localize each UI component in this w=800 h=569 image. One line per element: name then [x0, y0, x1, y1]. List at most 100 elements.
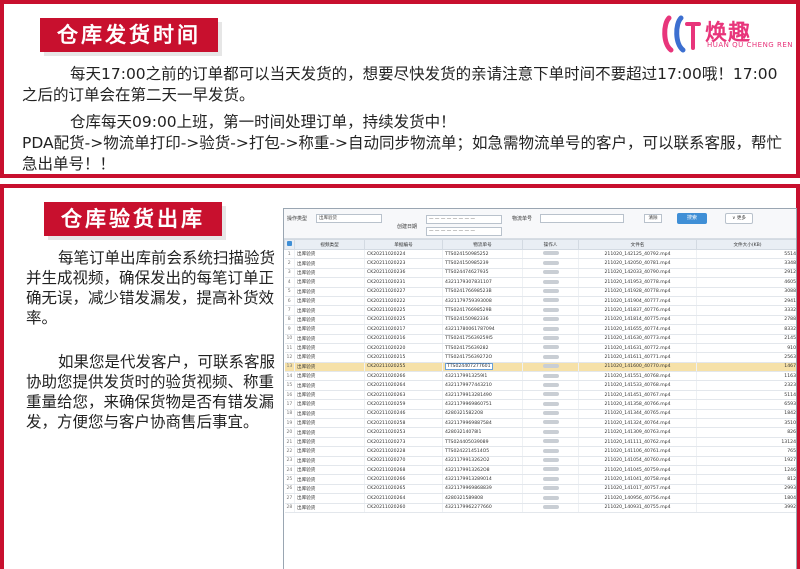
- checkbox-icon[interactable]: [287, 241, 292, 246]
- table-row[interactable]: 25 出库验货 CK20211020266 4321179913289014 21102…: [284, 474, 796, 485]
- table-row[interactable]: 2 出库验货 CK20211020223 TTS024150985239 211020_…: [284, 258, 796, 269]
- select-all-checkbox[interactable]: [284, 239, 295, 250]
- op-type-label: 操作类型: [287, 216, 308, 222]
- operator-redacted: [542, 401, 559, 406]
- cell-doc-no: CK20211020225: [364, 315, 443, 326]
- column-header[interactable]: 文件大小(KB): [696, 239, 796, 250]
- cell-file-name: 211020_141928_40778.mp4: [578, 287, 697, 297]
- row-index: 12: [284, 352, 295, 363]
- table-row[interactable]: 22 出库验货 CK20211020228 TTS0242214514O5 211020…: [284, 446, 796, 457]
- cell-doc-no: CK20211020246: [364, 409, 443, 420]
- table-row[interactable]: 15 出库验货 CK20211020264 4321179977443210 21102…: [284, 380, 796, 391]
- cell-file-size: 8332: [696, 324, 796, 335]
- table-row[interactable]: 11 出库验货 CK20211020220 TTS024175639282 211020…: [284, 343, 796, 354]
- cell-video-type: 出库验货: [294, 324, 365, 335]
- more-button[interactable]: ∨ 更多: [725, 213, 753, 224]
- op-type-select[interactable]: 出库验货: [316, 214, 382, 223]
- row-index: 9: [284, 324, 295, 335]
- cell-operator: [522, 287, 579, 297]
- table-row[interactable]: 10 出库验货 CK20211020216 TTS024175639259I5 2110…: [284, 334, 796, 344]
- cell-operator: [522, 334, 579, 344]
- cell-file-name: 211020_141045_40759.mp4: [578, 465, 697, 476]
- cell-operator: [522, 446, 579, 457]
- table-row[interactable]: 24 出库验货 CK20211020268 4321179913262O8 211020…: [284, 465, 796, 476]
- table-row[interactable]: 18 出库验货 CK20211020246 4280321582208 211020_1…: [284, 409, 796, 420]
- cell-video-type: 出库验货: [294, 409, 365, 420]
- table-row[interactable]: 6 出库验货 CK20211020222 4321179759393008 211020…: [284, 296, 796, 307]
- table-row[interactable]: 16 出库验货 CK20211020263 4321179913281490 21102…: [284, 390, 796, 401]
- table-row[interactable]: 8 出库验货 CK20211020225 TTS024150982336 211020_…: [284, 315, 796, 326]
- cell-file-size: 3088: [696, 287, 796, 297]
- table-row[interactable]: 9 出库验货 CK20211020217 43211780061787094 21102…: [284, 324, 796, 335]
- date-from-input[interactable]: — — — — — — — —: [426, 215, 502, 224]
- row-index: 25: [284, 474, 295, 485]
- table-row[interactable]: 3 出库验货 CK20211020236 TTS024474627935 211020_…: [284, 268, 796, 279]
- cell-tracking-no: TTS024474627935: [442, 268, 523, 279]
- operator-redacted: [542, 279, 559, 284]
- table-row[interactable]: 14 出库验货 CK20211020266 4321179913259I1 211020…: [284, 371, 796, 382]
- cell-file-size: 13124: [696, 437, 796, 448]
- cell-file-size: 2563: [696, 352, 796, 363]
- operator-redacted: [542, 448, 559, 453]
- row-index: 10: [284, 334, 295, 344]
- date-to-input[interactable]: — — — — — — — —: [426, 227, 502, 236]
- cell-video-type: 出库验货: [294, 277, 365, 288]
- reset-button[interactable]: 清除: [644, 214, 662, 223]
- cell-tracking-no: TTS024407277601: [442, 362, 523, 373]
- table-row[interactable]: 21 出库验货 CK20211020273 TTS024405039089 211020…: [284, 437, 796, 448]
- table-row[interactable]: 28 出库验货 CK20211020260 4321179962277660 21102…: [284, 503, 796, 513]
- table-row[interactable]: 1 出库验货 CK20211020224 TTS024150985252 211020_…: [284, 249, 796, 260]
- cell-tracking-no: 4321179913259I1: [442, 371, 523, 382]
- cell-file-name: 211020_141814_40775.mp4: [578, 315, 697, 326]
- cell-file-name: 211020_141358_40766.mp4: [578, 399, 697, 410]
- cell-file-name: 211020_141904_40777.mp4: [578, 296, 697, 307]
- column-header[interactable]: 文件名: [578, 239, 697, 250]
- cell-video-type: 出库验货: [294, 380, 365, 391]
- table-row[interactable]: 17 出库验货 CK20211020259 4321179969860751 21102…: [284, 399, 796, 410]
- row-index: 23: [284, 456, 295, 467]
- row-index: 28: [284, 503, 295, 513]
- cell-file-size: 2788: [696, 315, 796, 326]
- cell-file-size: 1804: [696, 493, 796, 504]
- cell-video-type: 出库验货: [294, 315, 365, 326]
- para2-line1: 仓库每天09:00上班，第一时间处理订单，持续发货中！: [70, 113, 456, 131]
- cell-tracking-no: 4321179969860751: [442, 399, 523, 410]
- cell-file-size: 812: [696, 474, 796, 485]
- table-row[interactable]: 4 出库验货 CK20211020231 4321179307831107 211020…: [284, 277, 796, 288]
- cell-file-name: 211020_140931_40755.mp4: [578, 503, 697, 513]
- cell-tracking-no: 4321179969868839: [442, 484, 523, 495]
- table-row[interactable]: 23 出库验货 CK20211020270 4321179913262O2 211020…: [284, 456, 796, 467]
- operator-redacted: [542, 326, 559, 331]
- table-row[interactable]: 5 出库验货 CK20211020227 TTS024176698523B 211020…: [284, 287, 796, 297]
- logistics-input[interactable]: [540, 214, 624, 223]
- column-header[interactable]: 视频类型: [294, 239, 365, 250]
- cell-doc-no: CK20211020236: [364, 268, 443, 279]
- search-button[interactable]: 搜索: [677, 213, 707, 224]
- cell-operator: [522, 352, 579, 363]
- cell-operator: [522, 324, 579, 335]
- table-row[interactable]: 7 出库验货 CK20211020225 TTS024176698529B 211020…: [284, 305, 796, 316]
- cell-file-name: 211020_141953_40778.mp4: [578, 277, 697, 288]
- table-row[interactable]: 13 出库验货 CK20211020255 TTS024407277601 211020…: [284, 362, 796, 373]
- cell-operator: [522, 296, 579, 307]
- cell-file-size: 765: [696, 446, 796, 457]
- operator-redacted: [542, 251, 559, 256]
- column-header[interactable]: 操作人: [522, 239, 579, 250]
- cell-video-type: 出库验货: [294, 437, 365, 448]
- cell-file-name: 211020_141017_40757.mp4: [578, 484, 697, 495]
- cell-file-size: 2912: [696, 268, 796, 279]
- table-row[interactable]: 26 出库验货 CK20211020265 4321179969868839 21102…: [284, 484, 796, 495]
- cell-tracking-no: TTS024175639272O: [442, 352, 523, 363]
- table-row[interactable]: 19 出库验货 CK20211020258 4321179969887584 21102…: [284, 418, 796, 429]
- table-row[interactable]: 12 出库验货 CK20211020215 TTS024175639272O 21102…: [284, 352, 796, 363]
- cell-file-name: 211020_141837_40776.mp4: [578, 305, 697, 316]
- column-header[interactable]: 单据编号: [364, 239, 443, 250]
- cell-tracking-no: 4321179962277660: [442, 503, 523, 513]
- cell-video-type: 出库验货: [294, 362, 365, 373]
- cell-file-name: 211020_141611_40771.mp4: [578, 352, 697, 363]
- table-row[interactable]: 20 出库验货 CK20211020253 42803214078I1 211020_1…: [284, 427, 796, 438]
- column-header[interactable]: 物流单号: [442, 239, 523, 250]
- tracking-edit-field[interactable]: TTS024407277601: [445, 363, 493, 371]
- cell-tracking-no: 43211780061787094: [442, 324, 523, 335]
- table-row[interactable]: 27 出库验货 CK20211020264 4280321589808 211020_1…: [284, 493, 796, 504]
